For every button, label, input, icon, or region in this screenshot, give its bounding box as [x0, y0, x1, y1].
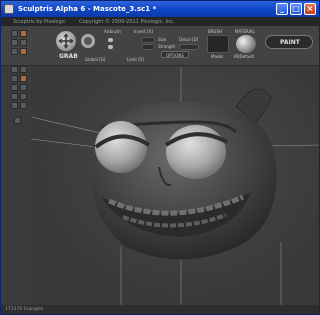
- detail-slider[interactable]: [179, 44, 199, 50]
- tool-button-icon[interactable]: [14, 117, 21, 124]
- options-label: OPTIONS: [166, 53, 184, 58]
- airbrush-label[interactable]: Airbrush: [104, 29, 121, 34]
- size-slider[interactable]: [141, 37, 155, 43]
- strength-dot: [108, 45, 113, 49]
- strength-slider[interactable]: [141, 44, 155, 50]
- limit-label[interactable]: Limit [S]: [127, 57, 144, 62]
- tool-button-icon[interactable]: [20, 66, 27, 73]
- 3d-viewport[interactable]: [31, 67, 319, 305]
- masks-label[interactable]: Masks: [211, 54, 223, 59]
- minimize-icon[interactable]: _: [276, 3, 288, 15]
- brush-label: BRUSH: [208, 29, 222, 34]
- tool-ring-icon[interactable]: [81, 34, 95, 48]
- tool-button-icon[interactable]: [11, 39, 18, 46]
- tool-button-icon[interactable]: [11, 30, 18, 37]
- tool-button-icon[interactable]: [20, 102, 27, 109]
- tool-button-icon[interactable]: [20, 75, 27, 82]
- tool-button-icon[interactable]: [20, 84, 27, 91]
- maximize-icon[interactable]: □: [290, 3, 302, 15]
- copyright-text: Copyright © 2009-2011 Pixologic, Inc.: [79, 19, 175, 25]
- tool-name: GRAB: [59, 53, 78, 60]
- tool-button-icon[interactable]: [20, 30, 27, 37]
- toolbar: GRAB Airbrush Invert [X] Size Strength D…: [1, 26, 319, 66]
- window-title: Sculptris Alpha 6 - Mascote_3.sc1 *: [18, 5, 157, 13]
- detail-label[interactable]: Detail [D]: [179, 37, 198, 42]
- title-bar[interactable]: Sculptris Alpha 6 - Mascote_3.sc1 * _ □ …: [1, 1, 319, 17]
- material-name: PDDefault: [234, 54, 255, 59]
- close-icon[interactable]: ×: [304, 3, 316, 15]
- strength-label: Strength: [158, 44, 176, 49]
- status-bar: 171270 triangles: [1, 305, 319, 314]
- brush-icon[interactable]: [207, 35, 229, 53]
- paint-label: PAINT: [280, 39, 300, 46]
- tool-button-icon[interactable]: [20, 93, 27, 100]
- sculpt-model[interactable]: [31, 67, 319, 305]
- tool-button-icon[interactable]: [11, 93, 18, 100]
- tool-button-icon[interactable]: [20, 39, 27, 46]
- header-strip: Sculptris by Pixologic Copyright © 2009-…: [1, 17, 319, 26]
- triangle-count: 171270 triangles: [5, 307, 44, 312]
- tool-button-icon[interactable]: [20, 48, 27, 55]
- material-sphere-icon[interactable]: [236, 35, 256, 53]
- tool-button-icon[interactable]: [11, 84, 18, 91]
- tool-button-icon[interactable]: [11, 75, 18, 82]
- tool-sidebar: [1, 30, 31, 305]
- invert-label[interactable]: Invert [X]: [134, 29, 153, 34]
- tool-button-icon[interactable]: [11, 102, 18, 109]
- app-icon[interactable]: [4, 4, 14, 14]
- app-window: Sculptris Alpha 6 - Mascote_3.sc1 * _ □ …: [0, 0, 320, 315]
- tool-button-icon[interactable]: [11, 66, 18, 73]
- app-name: Sculptris by Pixologic: [13, 19, 66, 25]
- size-label: Size: [158, 37, 167, 42]
- tool-button-icon[interactable]: [11, 48, 18, 55]
- options-button[interactable]: OPTIONS: [161, 51, 189, 58]
- material-label: MATERIAL: [235, 29, 255, 34]
- grab-tool-icon[interactable]: [56, 31, 76, 51]
- size-dot: [108, 38, 113, 42]
- paint-button[interactable]: PAINT: [265, 35, 313, 49]
- global-label[interactable]: Global [G]: [85, 57, 105, 62]
